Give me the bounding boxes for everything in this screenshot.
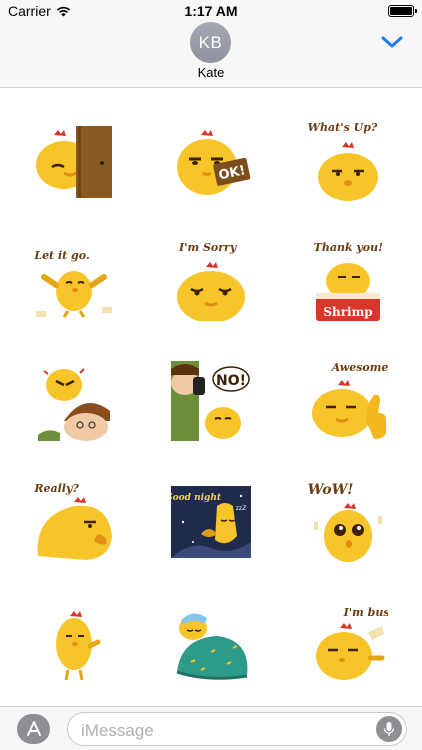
sticker-whats-up[interactable]: What's Up?	[307, 121, 388, 202]
sticker-caption: I'm Sorry	[178, 241, 237, 255]
message-input-bar: iMessage	[0, 706, 422, 750]
battery-icon	[388, 5, 417, 17]
wifi-icon	[56, 6, 70, 16]
sticker-awesome[interactable]: Awesome!	[308, 361, 388, 441]
sticker-standing[interactable]	[34, 602, 114, 682]
sticker-peeking-door[interactable]	[34, 121, 114, 201]
sticker-caption: Thank you!	[313, 241, 383, 255]
sticker-caption: Let it go.	[34, 249, 90, 263]
app-store-icon	[26, 721, 41, 736]
conversation-header: Carrier 1:17 AM KB Kate	[0, 0, 422, 88]
zzz-label: zzZ	[236, 505, 246, 512]
microphone-button[interactable]	[376, 716, 402, 742]
sticker-im-sorry[interactable]: I'm Sorry	[171, 241, 251, 322]
sticker-im-busy[interactable]: I'm busy	[308, 602, 388, 682]
good-night-label: Good night	[171, 493, 222, 503]
sticker-thank-you[interactable]: Thank you! Shrimp	[308, 241, 388, 322]
status-bar: Carrier 1:17 AM	[0, 0, 422, 22]
sticker-caption: Awesome!	[331, 361, 388, 375]
microphone-icon	[383, 722, 395, 736]
no-bubble-label: NO!	[216, 373, 246, 389]
message-field[interactable]: iMessage	[67, 712, 407, 746]
sticker-caption: What's Up?	[307, 121, 378, 135]
contact-avatar[interactable]: KB	[190, 22, 231, 63]
sticker-angry-grandpa[interactable]	[34, 361, 114, 442]
carrier-group: Carrier	[8, 3, 71, 19]
contact-name[interactable]: Kate	[0, 65, 422, 80]
app-store-button[interactable]	[17, 714, 50, 744]
shrimp-label: Shrimp	[323, 305, 372, 319]
sticker-ok[interactable]: OK!	[171, 121, 251, 201]
sticker-really[interactable]: Really?	[34, 482, 114, 562]
sticker-wow[interactable]: WoW!	[308, 482, 388, 562]
sticker-no[interactable]: NO!	[170, 361, 251, 442]
sticker-caption: I'm busy	[343, 605, 388, 619]
sticker-grid: OK! What's Up? Let it go. I'm Sorry Than…	[0, 89, 422, 706]
sticker-let-it-go[interactable]: Let it go.	[34, 241, 114, 321]
avatar-initials: KB	[198, 32, 223, 52]
message-placeholder: iMessage	[81, 721, 154, 740]
sticker-caption: WoW!	[307, 481, 354, 498]
sticker-sleeping[interactable]	[171, 602, 251, 682]
sticker-caption: Really?	[34, 481, 79, 495]
battery-fill	[390, 7, 412, 15]
carrier-label: Carrier	[8, 3, 51, 19]
chevron-down-icon[interactable]	[380, 34, 404, 50]
sticker-good-night[interactable]: Good night zzZ	[170, 482, 251, 562]
